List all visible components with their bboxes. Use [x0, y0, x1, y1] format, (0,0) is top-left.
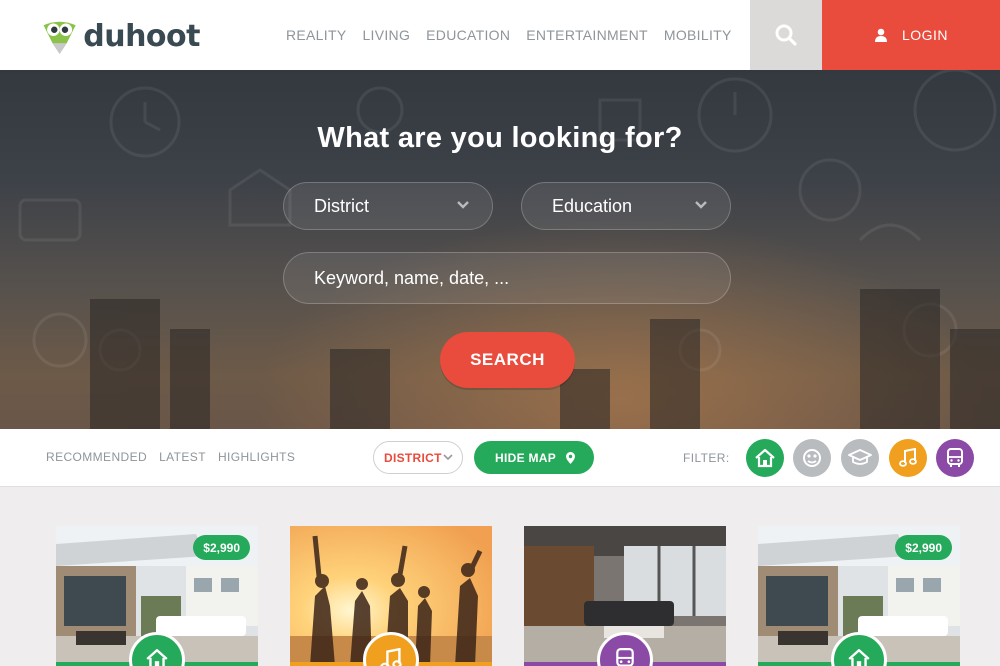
filter-education[interactable] [841, 439, 879, 477]
bus-icon [616, 648, 634, 666]
tab-recommended[interactable]: RECOMMENDED [46, 450, 147, 464]
nav-education[interactable]: EDUCATION [426, 27, 510, 43]
main-nav: REALITY LIVING EDUCATION ENTERTAINMENT M… [278, 0, 740, 70]
filter-label: FILTER: [683, 451, 730, 465]
header-search-button[interactable] [750, 0, 822, 70]
login-button[interactable]: LOGIN [822, 0, 1000, 70]
login-label: LOGIN [901, 27, 949, 43]
music-note-icon [380, 648, 402, 666]
music-note-icon [899, 448, 917, 467]
tab-highlights[interactable]: HIGHLIGHTS [218, 450, 295, 464]
district-filter-label: DISTRICT [384, 450, 442, 465]
keyword-input[interactable]: Keyword, name, date, ... [283, 252, 731, 304]
category-select[interactable]: Education [521, 182, 731, 230]
listing-card-reality[interactable]: $2,990 [56, 526, 258, 666]
hero-title: What are you looking for? [317, 122, 683, 154]
chevron-down-icon [695, 201, 707, 209]
hide-map-label: HIDE MAP [495, 450, 557, 465]
district-filter-button[interactable]: DISTRICT [373, 441, 463, 474]
mask-icon [803, 449, 821, 467]
logo[interactable]: duhoot [40, 14, 200, 58]
district-select[interactable]: District [283, 182, 493, 230]
tab-latest[interactable]: LATEST [159, 450, 206, 464]
search-button[interactable]: SEARCH [440, 332, 575, 388]
nav-living[interactable]: LIVING [362, 27, 410, 43]
map-pin-icon [566, 451, 576, 464]
filter-reality[interactable] [746, 439, 784, 477]
graduation-cap-icon [848, 449, 872, 465]
home-icon [755, 448, 775, 468]
keyword-placeholder: Keyword, name, date, ... [314, 267, 510, 288]
site-header: duhoot REALITY LIVING EDUCATION ENTERTAI… [0, 0, 1000, 70]
bus-icon [947, 448, 963, 467]
district-select-value: District [314, 195, 369, 216]
brand-name: duhoot [83, 18, 200, 54]
search-icon [775, 24, 797, 46]
chevron-down-icon [457, 201, 469, 209]
nav-reality[interactable]: REALITY [286, 27, 346, 43]
price-badge: $2,990 [193, 535, 250, 560]
price-badge: $2,990 [895, 535, 952, 560]
nav-mobility[interactable]: MOBILITY [664, 27, 732, 43]
filter-bar: RECOMMENDED LATEST HIGHLIGHTS DISTRICT H… [0, 429, 1000, 487]
hide-map-button[interactable]: HIDE MAP [474, 441, 594, 474]
category-select-value: Education [552, 195, 633, 216]
sort-tabs: RECOMMENDED LATEST HIGHLIGHTS [46, 450, 295, 464]
home-icon [848, 649, 870, 666]
chevron-down-icon [443, 454, 453, 461]
filter-mobility[interactable] [936, 439, 974, 477]
hero-search: What are you looking for? District Educa… [0, 70, 1000, 429]
user-icon [874, 28, 887, 42]
filter-living[interactable] [793, 439, 831, 477]
listing-card-entertainment[interactable] [290, 526, 492, 666]
home-icon [146, 649, 168, 666]
listing-card-reality-2[interactable]: $2,990 [758, 526, 960, 666]
nav-entertainment[interactable]: ENTERTAINMENT [526, 27, 648, 43]
owl-logo-icon [43, 21, 76, 54]
filter-entertainment[interactable] [889, 439, 927, 477]
listing-card-mobility[interactable] [524, 526, 726, 666]
